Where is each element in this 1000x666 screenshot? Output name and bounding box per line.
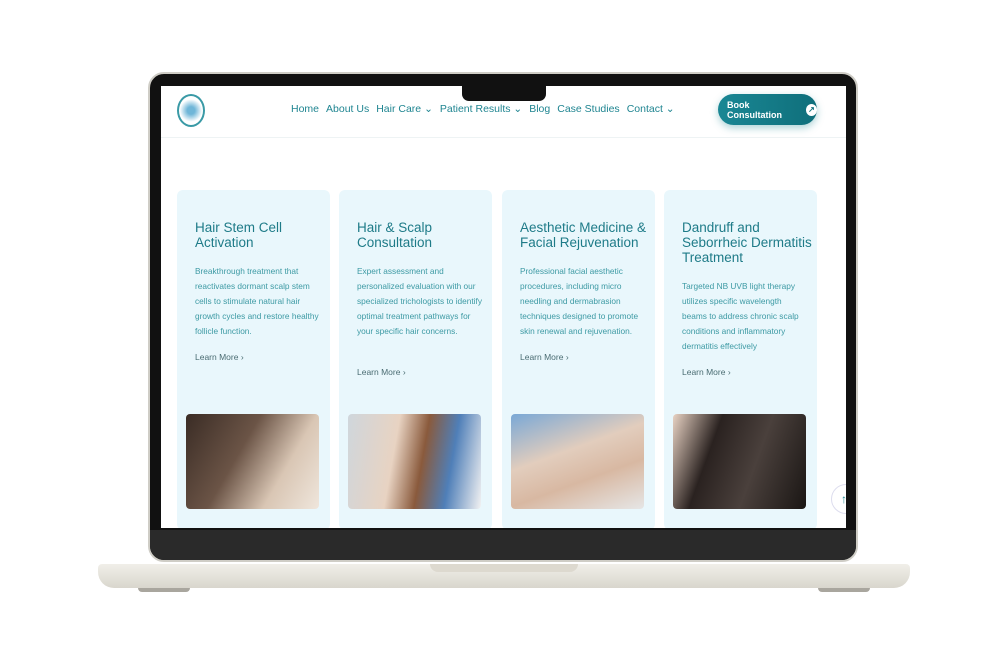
service-card: Hair & Scalp Consultation Expert assessm… [339,190,492,528]
learn-more-link[interactable]: Learn More › [357,367,406,377]
scroll-to-top-button[interactable]: ↑ [831,484,846,514]
book-consultation-button[interactable]: Book Consultation ↗ [718,94,817,125]
service-card: Aesthetic Medicine & Facial Rejuvenation… [502,190,655,528]
laptop-foot [818,588,870,592]
learn-more-link[interactable]: Learn More › [682,367,731,377]
book-label: Book Consultation [727,99,782,120]
card-title: Dandruff and Seborrheic Dermatitis Treat… [682,220,812,265]
card-title: Aesthetic Medicine & Facial Rejuvenation [520,220,647,250]
nav-contact[interactable]: Contact ⌄ [627,103,675,115]
laptop-foot [138,588,190,592]
card-image [186,414,319,509]
nav-case-studies[interactable]: Case Studies [557,103,619,115]
card-title: Hair Stem Cell Activation [195,220,283,250]
nav-home[interactable]: Home [291,103,319,115]
service-card: Hair Stem Cell Activation Breakthrough t… [177,190,330,528]
nav-patient-results[interactable]: Patient Results ⌄ [440,103,522,115]
camera-notch [462,86,546,101]
nav-about[interactable]: About Us [326,103,369,115]
website-screen: Home About Us Hair Care ⌄ Patient Result… [161,86,846,528]
arrow-up-icon: ↑ [841,492,846,506]
main-menu: Home About Us Hair Care ⌄ Patient Result… [291,103,675,115]
learn-more-link[interactable]: Learn More › [195,352,244,362]
laptop-groove [430,564,578,572]
laptop-chin [150,530,856,560]
logo[interactable] [177,94,205,127]
card-title: Hair & Scalp Consultation [357,220,433,250]
nav-hair-care[interactable]: Hair Care ⌄ [376,103,433,115]
arrow-up-right-icon: ↗ [806,103,817,116]
card-image [511,414,644,509]
service-card: Dandruff and Seborrheic Dermatitis Treat… [664,190,817,528]
card-text: Breakthrough treatment that reactivates … [195,266,319,336]
card-text: Targeted NB UVB light therapy utilizes s… [682,281,799,351]
nav-blog[interactable]: Blog [529,103,550,115]
learn-more-link[interactable]: Learn More › [520,352,569,362]
card-text: Professional facial aesthetic procedures… [520,266,639,336]
card-text: Expert assessment and personalized evalu… [357,266,482,336]
card-image [348,414,481,509]
card-image [673,414,806,509]
